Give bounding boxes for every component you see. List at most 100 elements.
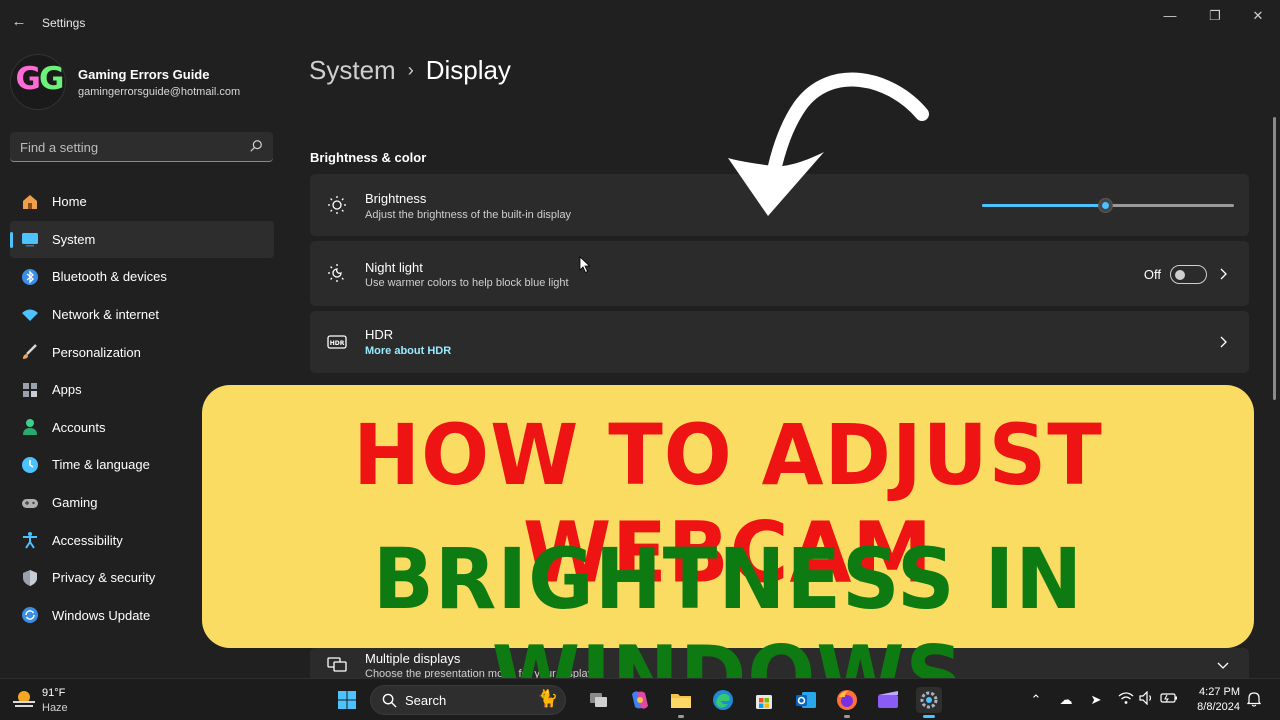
slider-thumb[interactable] <box>1098 198 1114 213</box>
app-title: Settings <box>42 16 86 30</box>
system-icon <box>19 228 41 250</box>
sidebar-item-system[interactable]: System <box>10 220 274 259</box>
back-arrow-icon[interactable]: ← <box>9 12 29 32</box>
shield-icon <box>19 567 41 589</box>
chevron-right-icon[interactable] <box>1217 268 1229 280</box>
clock-time[interactable]: 4:27 PM <box>1196 686 1240 698</box>
taskbar-search[interactable]: Search 🐈 <box>370 685 566 715</box>
sidebar-item-network[interactable]: Network & internet <box>10 296 274 334</box>
sidebar-item-label: Personalization <box>52 344 141 360</box>
brightness-title: Brightness <box>365 191 427 206</box>
clipchamp-icon[interactable] <box>875 687 901 713</box>
avatar-initials: GG <box>15 61 65 97</box>
curved-arrow-icon <box>728 72 929 216</box>
night-light-icon <box>328 264 344 282</box>
wifi-icon <box>19 304 41 326</box>
store-icon[interactable] <box>751 687 777 713</box>
copilot-icon[interactable] <box>627 687 653 713</box>
file-explorer-icon[interactable] <box>668 687 694 713</box>
sidebar-item-label: Accessibility <box>52 532 123 548</box>
battery-icon[interactable] <box>1160 691 1178 709</box>
title-bar: ← Settings — ❐ ✕ <box>0 0 1280 46</box>
sidebar-item-label: Windows Update <box>52 607 151 623</box>
home-icon <box>19 191 41 213</box>
apps-icon <box>19 379 41 401</box>
hdr-title: HDR <box>365 327 394 342</box>
bluetooth-icon <box>19 266 41 288</box>
search-box[interactable] <box>10 132 273 162</box>
brush-icon <box>19 341 41 363</box>
sun-icon <box>328 196 346 214</box>
title-banner: HOW TO ADJUST WEBCAM BRIGHTNESS IN WINDO… <box>202 385 1254 720</box>
night-light-title: Night light <box>365 260 423 275</box>
outlook-icon[interactable] <box>793 687 819 713</box>
search-input[interactable] <box>20 137 240 157</box>
avatar[interactable]: GG <box>10 54 66 110</box>
scrollbar[interactable] <box>1273 117 1276 400</box>
svg-text:HDR: HDR <box>330 340 345 347</box>
maximize-button[interactable]: ❐ <box>1200 6 1230 26</box>
task-view-icon[interactable] <box>586 687 612 713</box>
volume-icon[interactable] <box>1138 690 1156 709</box>
sidebar-item-label: Apps <box>52 382 82 398</box>
breadcrumb-separator: › <box>407 60 414 80</box>
running-indicator <box>678 715 684 718</box>
sidebar-item-label: Home <box>52 194 87 210</box>
notification-bell-icon[interactable] <box>1245 691 1263 709</box>
edge-icon[interactable] <box>710 687 736 713</box>
brightness-slider[interactable] <box>982 198 1234 213</box>
sidebar-item-label: Gaming <box>52 495 98 511</box>
night-light-card[interactable]: Night light Use warmer colors to help bl… <box>310 241 1249 306</box>
start-icon[interactable] <box>334 687 360 713</box>
taskbar-search-label: Search <box>405 693 447 708</box>
user-name: Gaming Errors Guide <box>78 67 210 82</box>
search-icon[interactable] <box>249 139 263 153</box>
close-button[interactable]: ✕ <box>1243 6 1273 26</box>
user-email: gamingerrorsguide@hotmail.com <box>78 86 241 98</box>
sidebar-item-home[interactable]: Home <box>10 183 274 221</box>
night-light-state: Off <box>1143 267 1161 282</box>
sidebar-item-personalization[interactable]: Personalization <box>10 333 274 371</box>
sidebar-item-label: Privacy & security <box>52 570 156 586</box>
update-icon <box>19 604 41 626</box>
page-title: Display <box>425 55 511 85</box>
more-about-hdr-link[interactable]: More about HDR <box>365 345 451 357</box>
firefox-icon[interactable] <box>834 687 860 713</box>
slider-fill <box>982 204 1106 207</box>
hdr-card[interactable]: HDR HDR More about HDR <box>310 311 1249 373</box>
hdr-icon: HDR <box>327 335 347 349</box>
wifi-icon[interactable] <box>1117 691 1135 709</box>
sidebar-item-label: Accounts <box>52 419 106 435</box>
sidebar-item-label: System <box>52 231 96 247</box>
search-icon <box>382 693 397 708</box>
weather-temp[interactable]: 91°F <box>42 687 65 699</box>
sidebar-item-label: Network & internet <box>52 307 159 323</box>
clock-date[interactable]: 8/8/2024 <box>1190 701 1240 713</box>
mouse-cursor-icon <box>579 256 591 274</box>
settings-icon[interactable] <box>916 687 942 713</box>
sidebar-item-label: Bluetooth & devices <box>52 269 167 285</box>
accessibility-icon <box>19 529 41 551</box>
chevron-up-icon[interactable]: ⌃ <box>1027 691 1045 709</box>
breadcrumb-parent[interactable]: System <box>309 55 396 85</box>
gamepad-icon <box>19 492 41 514</box>
weather-desc[interactable]: Haze <box>42 702 68 714</box>
globe-clock-icon <box>19 454 41 476</box>
night-light-subtitle: Use warmer colors to help block blue lig… <box>365 277 569 289</box>
sidebar-item-bluetooth[interactable]: Bluetooth & devices <box>10 258 274 296</box>
location-icon[interactable]: ➤ <box>1087 691 1105 709</box>
active-indicator <box>923 715 935 718</box>
brightness-subtitle: Adjust the brightness of the built-in di… <box>365 209 572 221</box>
running-indicator <box>844 715 850 718</box>
taskbar: 91°F Haze Search 🐈 ⌃ ☁ ➤ 4:27 PM 8/8/202… <box>0 678 1280 720</box>
weather-haze-icon[interactable] <box>12 689 36 711</box>
section-title: Brightness & color <box>310 150 427 165</box>
breadcrumb: System › Display <box>309 55 511 86</box>
night-light-toggle[interactable] <box>1170 265 1207 284</box>
sidebar-item-label: Time & language <box>52 457 150 473</box>
accounts-icon <box>19 416 41 438</box>
minimize-button[interactable]: — <box>1155 6 1185 26</box>
onedrive-icon[interactable]: ☁ <box>1057 691 1075 709</box>
search-highlight-cat-icon: 🐈 <box>537 689 559 708</box>
chevron-right-icon[interactable] <box>1217 336 1229 348</box>
